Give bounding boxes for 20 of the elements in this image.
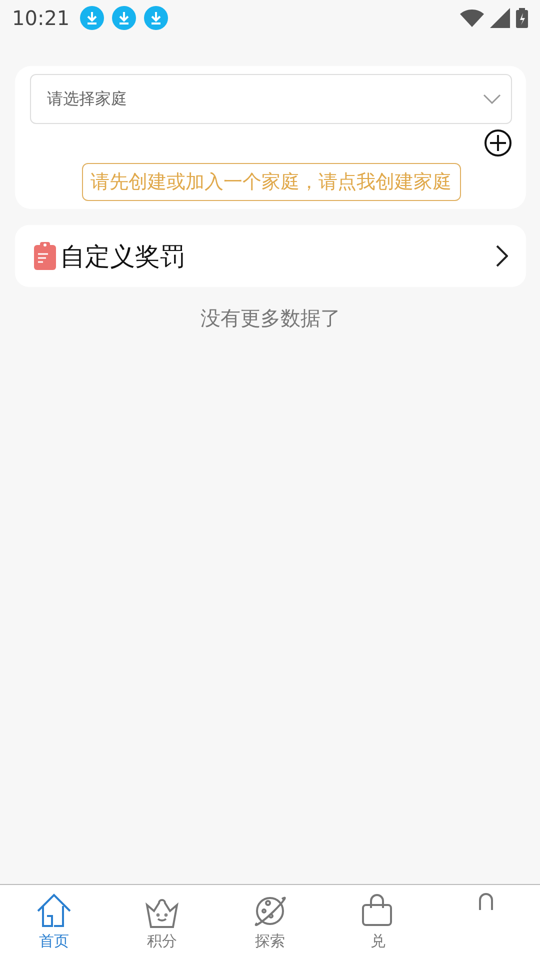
download-icon xyxy=(112,6,136,30)
arch-icon xyxy=(479,893,493,910)
list-end-text: 没有更多数据了 xyxy=(200,306,340,330)
wifi-icon xyxy=(460,9,484,27)
tab[interactable]: 积分 xyxy=(108,885,216,960)
tab[interactable]: 探索 xyxy=(216,885,324,960)
chevron-down-icon xyxy=(483,94,501,104)
tab[interactable]: 兑 xyxy=(324,885,432,960)
clock: 10:21 xyxy=(12,6,70,30)
download-icon xyxy=(80,6,104,30)
family-select[interactable]: 请选择家庭 xyxy=(30,74,512,124)
tab[interactable]: 首页 xyxy=(0,885,108,960)
download-icon xyxy=(144,6,168,30)
chevron-right-icon xyxy=(496,245,508,267)
signal-icon xyxy=(490,8,510,28)
home-icon xyxy=(36,893,72,929)
clipboard-icon xyxy=(34,242,56,270)
menu-item[interactable]: 自定义奖罚 xyxy=(15,225,526,287)
add-icon[interactable] xyxy=(484,129,512,157)
battery-icon xyxy=(516,8,528,28)
